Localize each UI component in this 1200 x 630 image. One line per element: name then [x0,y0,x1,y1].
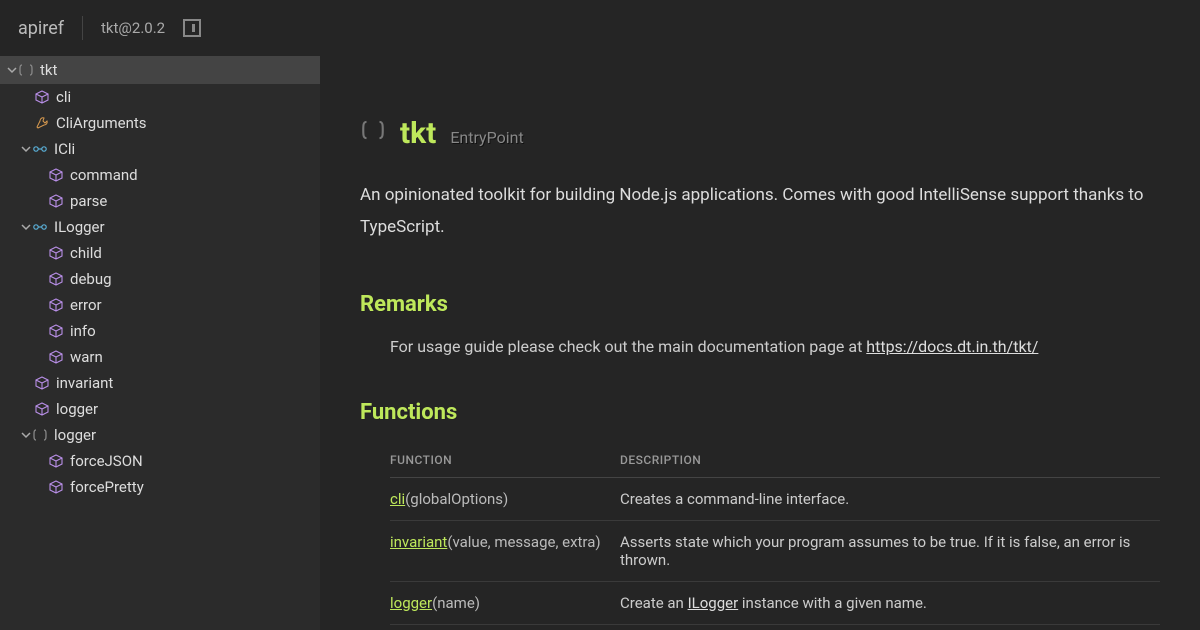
fn-signature: (name) [432,594,480,612]
col-description: DESCRIPTION [620,445,1160,478]
sidebar-item-label: forceJSON [70,452,143,470]
fn-cell: invariant(value, message, extra) [390,520,620,581]
table-row: cli(globalOptions)Creates a command-line… [390,477,1160,520]
sidebar-item-ilogger[interactable]: ILogger [0,214,320,240]
cube-icon [48,167,64,183]
functions-table: FUNCTION DESCRIPTION cli(globalOptions)C… [390,445,1160,625]
chevron-down-icon [20,429,32,441]
sidebar: tkt cli CliArguments ICli command parse ILogg… [0,56,320,630]
chevron-down-icon [20,143,32,155]
interface-icon [32,219,48,235]
title-row: tkt EntryPoint [360,116,1160,151]
fn-link-cli[interactable]: cli [390,490,405,508]
summary-text: An opinionated toolkit for building Node… [360,179,1160,244]
col-function: FUNCTION [390,445,620,478]
sidebar-item-parse[interactable]: parse [0,188,320,214]
remarks-link[interactable]: https://docs.dt.in.th/tkt/ [866,337,1038,356]
npm-icon[interactable] [183,19,201,37]
sidebar-item-label: warn [70,348,103,366]
entrypoint-badge: EntryPoint [450,128,523,147]
sidebar-item-label: invariant [56,374,113,392]
sidebar-item-label: parse [70,192,107,210]
chevron-down-icon [20,221,32,233]
cube-icon [48,245,64,261]
sidebar-item-label: logger [54,426,96,444]
fn-description: Create an ILogger instance with a given … [620,581,1160,624]
cube-icon [48,193,64,209]
main-content: tkt EntryPoint An opinionated toolkit fo… [320,56,1200,630]
brand-name[interactable]: apiref [18,18,64,39]
fn-cell: logger(name) [390,581,620,624]
sidebar-item-icli[interactable]: ICli [0,136,320,162]
cube-icon [48,271,64,287]
namespace-icon [18,62,34,78]
namespace-icon [360,117,386,147]
cube-icon [48,479,64,495]
functions-heading: Functions [360,400,1160,425]
package-name: tkt@2.0.2 [101,19,165,37]
fn-cell: cli(globalOptions) [390,477,620,520]
sidebar-item-label: error [70,296,102,314]
sidebar-item-forcepretty[interactable]: forcePretty [0,474,320,500]
sidebar-item-label: ICli [54,140,75,158]
sidebar-item-error[interactable]: error [0,292,320,318]
sidebar-item-info[interactable]: info [0,318,320,344]
sidebar-item-child[interactable]: child [0,240,320,266]
cube-icon [34,401,50,417]
sidebar-item-warn[interactable]: warn [0,344,320,370]
sidebar-item-label: child [70,244,102,262]
sidebar-item-label: forcePretty [70,478,144,496]
type-link[interactable]: ILogger [688,594,739,612]
header-divider [82,16,83,40]
fn-signature: (globalOptions) [405,490,508,508]
fn-description: Creates a command-line interface. [620,477,1160,520]
wrench-icon [34,115,50,131]
sidebar-item-label: cli [56,88,71,106]
cube-icon [48,349,64,365]
sidebar-item-command[interactable]: command [0,162,320,188]
cube-icon [48,323,64,339]
sidebar-item-cli[interactable]: cli [0,84,320,110]
cube-icon [34,375,50,391]
sidebar-item-label: debug [70,270,112,288]
sidebar-item-label: ILogger [54,218,105,236]
header: apiref tkt@2.0.2 [0,0,1200,56]
interface-icon [32,141,48,157]
sidebar-item-label: info [70,322,96,340]
namespace-icon [32,427,48,443]
cube-icon [34,89,50,105]
sidebar-item-cliarguments[interactable]: CliArguments [0,110,320,136]
fn-link-logger[interactable]: logger [390,594,432,612]
remarks-heading: Remarks [360,292,1160,317]
chevron-down-icon [6,64,18,76]
sidebar-item-logger[interactable]: logger [0,422,320,448]
sidebar-item-label: command [70,166,138,184]
page-title: tkt [400,116,436,151]
cube-icon [48,453,64,469]
sidebar-item-debug[interactable]: debug [0,266,320,292]
fn-description: Asserts state which your program assumes… [620,520,1160,581]
table-row: invariant(value, message, extra)Asserts … [390,520,1160,581]
sidebar-item-label: logger [56,400,98,418]
sidebar-item-logger[interactable]: logger [0,396,320,422]
cube-icon [48,297,64,313]
sidebar-root-label: tkt [40,61,57,79]
fn-link-invariant[interactable]: invariant [390,533,447,551]
table-row: logger(name)Create an ILogger instance w… [390,581,1160,624]
sidebar-item-invariant[interactable]: invariant [0,370,320,396]
sidebar-root[interactable]: tkt [0,56,320,84]
remarks-text: For usage guide please check out the mai… [390,337,866,356]
sidebar-item-label: CliArguments [56,114,147,132]
fn-signature: (value, message, extra) [447,533,600,551]
remarks-body: For usage guide please check out the mai… [360,337,1160,356]
sidebar-item-forcejson[interactable]: forceJSON [0,448,320,474]
